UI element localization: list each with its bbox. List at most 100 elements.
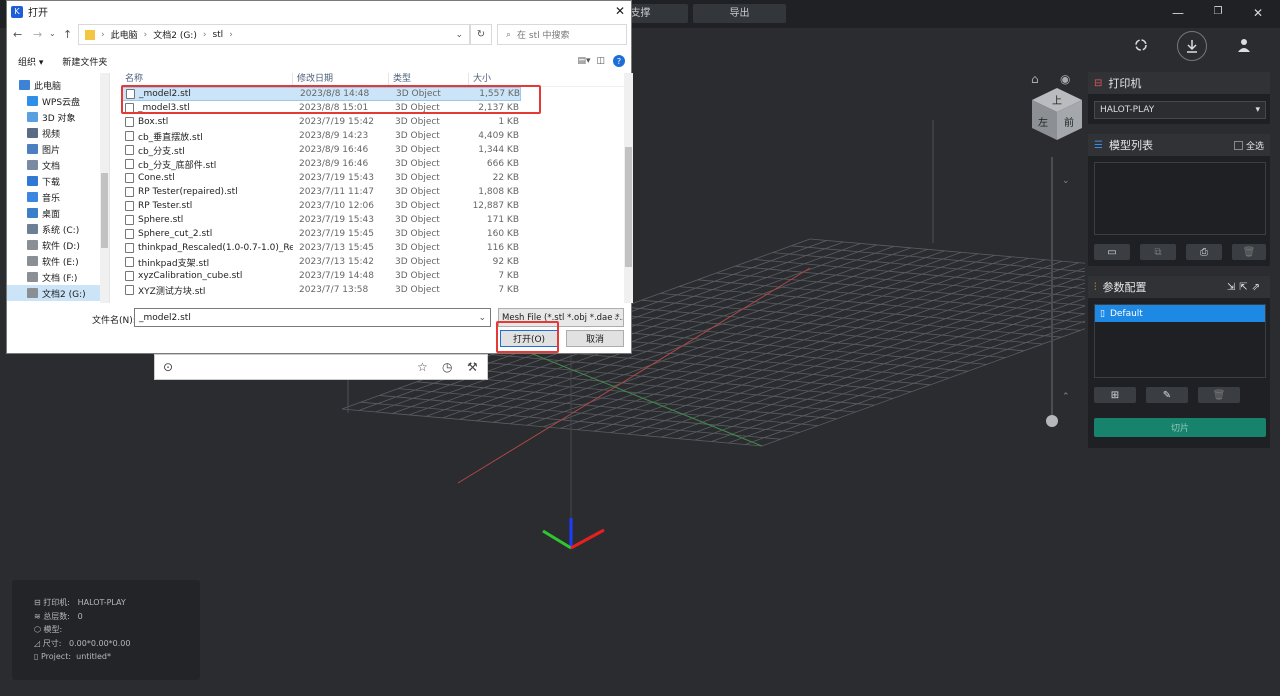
info-printer-value: HALOT-PLAY [77,598,126,607]
dialog-close-icon[interactable]: ✕ [615,4,625,18]
close-window-icon[interactable]: ✕ [1250,6,1266,20]
file-row[interactable]: cb_分支_底部件.stl 2023/8/9 16:46 3D Object 666 … [121,157,629,171]
address-dropdown-icon[interactable]: ⌄ [455,30,463,40]
tools-icon[interactable]: ⚒ [467,360,478,374]
slice-button[interactable]: 切片 [1094,418,1266,437]
chevron-up-icon[interactable]: ⌃ [1062,392,1070,402]
file-row[interactable]: xyzCalibration_cube.stl 2023/7/19 14:48 3D… [121,269,629,283]
file-type: 3D Object [395,173,440,183]
printer-select[interactable]: HALOT-PLAY ▾ [1094,101,1266,119]
layer-slider-handle[interactable] [1046,415,1058,427]
open-folder-button[interactable]: ▭ [1094,244,1130,260]
file-row[interactable]: XYZ测试方块.stl 2023/7/7 13:58 3D Object 7 KB [121,283,629,297]
layer-slider-track[interactable] [1051,157,1053,420]
file-row[interactable]: Cone.stl 2023/7/19 15:43 3D Object 22 KB [121,171,629,185]
profile-item-default[interactable]: ▯ Default [1095,305,1265,322]
nav-item[interactable]: 视频 [7,125,109,141]
add-profile-button[interactable]: ⊞ [1094,387,1136,403]
export-profile-icon[interactable]: ⇱ [1239,282,1251,293]
recent-dropdown-icon[interactable]: ⌄ [49,29,56,38]
history-icon[interactable]: ◷ [442,360,452,374]
nav-item[interactable]: 文档 (F:) [7,269,109,285]
edit-profile-button[interactable]: ✎ [1146,387,1188,403]
nav-icon [27,160,38,170]
cancel-button[interactable]: 取消 [566,330,624,347]
filename-input[interactable]: _model2.stl ⌄ [134,308,491,327]
nav-icon [27,256,38,266]
breadcrumb-item[interactable]: 此电脑 [111,28,138,41]
file-row[interactable]: thinkpad支架.stl 2023/7/13 15:42 3D Object 92… [121,255,629,269]
rotate-icon[interactable] [1128,32,1154,58]
file-row[interactable]: RP Tester(repaired).stl 2023/7/11 11:47 3D… [121,185,629,199]
open-highlight-box [496,321,559,353]
copy-model-button[interactable]: ⧉ [1140,244,1176,260]
forward-arrow-icon[interactable]: → [33,28,42,41]
file-row[interactable]: Box.stl 2023/7/19 15:42 3D Object 1 KB [121,115,629,129]
nav-item[interactable]: 图片 [7,141,109,157]
params-actions[interactable]: ⇲⇱⇗ [1227,282,1264,293]
address-bar[interactable]: › 此电脑 › 文档2 (G:) › stl › ⌄ [78,24,470,45]
file-row[interactable]: thinkpad_Rescaled(1.0-0.7-1.0)_Resca... 2… [121,241,629,255]
nav-item[interactable]: 文档2 (G:) [7,285,109,301]
help-icon[interactable]: ? [613,55,625,67]
file-size: 171 KB [486,215,519,225]
import-profile-icon[interactable]: ⇲ [1227,282,1239,293]
nav-item[interactable]: 下载 [7,173,109,189]
profile-list[interactable]: ▯ Default [1094,304,1266,378]
open-file-dialog: K 打开 ✕ ← → ⌄ ↑ › 此电脑 › 文档2 (G:) › stl › … [6,0,633,354]
file-row[interactable]: Sphere.stl 2023/7/19 15:43 3D Object 171 KB [121,213,629,227]
restore-icon[interactable]: ❐ [1210,6,1226,17]
star-icon[interactable]: ☆ [417,360,428,374]
file-size: 92 KB [492,257,519,267]
files-scrollbar[interactable] [624,73,633,303]
nav-scroll-thumb[interactable] [101,173,108,248]
nav-item[interactable]: 文档 [7,157,109,173]
eye-icon[interactable]: ◉ [1060,72,1076,86]
file-row[interactable]: cb_分支.stl 2023/8/9 16:46 3D Object 1,344 KB [121,143,629,157]
nav-item[interactable]: 软件 (E:) [7,253,109,269]
file-row[interactable]: RP Tester.stl 2023/7/10 12:06 3D Object 12,… [121,199,629,213]
nav-item[interactable]: 系统 (C:) [7,221,109,237]
up-arrow-icon[interactable]: ↑ [63,28,72,41]
breadcrumb-item[interactable]: stl [212,30,223,40]
preview-pane-icon[interactable]: ◫ [596,56,605,66]
breadcrumb-item[interactable]: 文档2 (G:) [153,28,197,41]
file-row[interactable]: Sphere_cut_2.stl 2023/7/19 15:45 3D Object… [121,227,629,241]
file-name: Box.stl [138,117,169,127]
search-zoom-icon[interactable]: ⊙ [163,360,173,374]
nav-icon [27,112,38,122]
view-cube[interactable]: 上 左 前 [1032,88,1082,140]
chevron-down-icon[interactable]: ⌄ [1062,176,1070,186]
delete-profile-button[interactable]: 🗑 [1198,387,1240,403]
nav-item[interactable]: 此电脑 [7,77,109,93]
file-row[interactable]: cb_垂直摆放.stl 2023/8/9 14:23 3D Object 4,409 … [121,129,629,143]
info-printer-label: 打印机: [43,598,70,607]
delete-model-button[interactable]: 🗑 [1232,244,1266,260]
nav-item[interactable]: 软件 (D:) [7,237,109,253]
nav-item[interactable]: 桌面 [7,205,109,221]
export-button[interactable]: 导出 [693,4,786,23]
model-list-box[interactable] [1094,162,1266,235]
new-folder-button[interactable]: 新建文件夹 [62,55,107,68]
back-arrow-icon[interactable]: ← [13,28,22,41]
nav-item[interactable]: 3D 对象 [7,109,109,125]
search-input[interactable]: ⌕ 在 stl 中搜索 [497,24,627,45]
grid-line [660,293,1081,331]
select-all-checkbox[interactable]: 全选 [1233,139,1264,152]
download-icon[interactable] [1177,31,1207,61]
user-icon[interactable] [1231,32,1257,58]
refresh-icon[interactable]: ↻ [470,24,492,45]
nav-scrollbar[interactable] [100,73,109,303]
files-scroll-thumb[interactable] [625,147,632,267]
file-date: 2023/7/19 15:45 [299,229,374,239]
view-options-icon[interactable]: ▤▾ [577,56,590,66]
file-type: 3D Object [395,131,440,141]
import-model-button[interactable]: ⎙ [1186,244,1222,260]
filename-dropdown-icon[interactable]: ⌄ [478,313,486,323]
nav-item[interactable]: 音乐 [7,189,109,205]
organize-button[interactable]: 组织 ▾ [18,55,43,68]
nav-item[interactable]: WPS云盘 [7,93,109,109]
minimize-icon[interactable]: — [1170,6,1186,20]
open-external-icon[interactable]: ⇗ [1252,282,1264,293]
home-icon[interactable]: ⌂ [1031,72,1043,86]
